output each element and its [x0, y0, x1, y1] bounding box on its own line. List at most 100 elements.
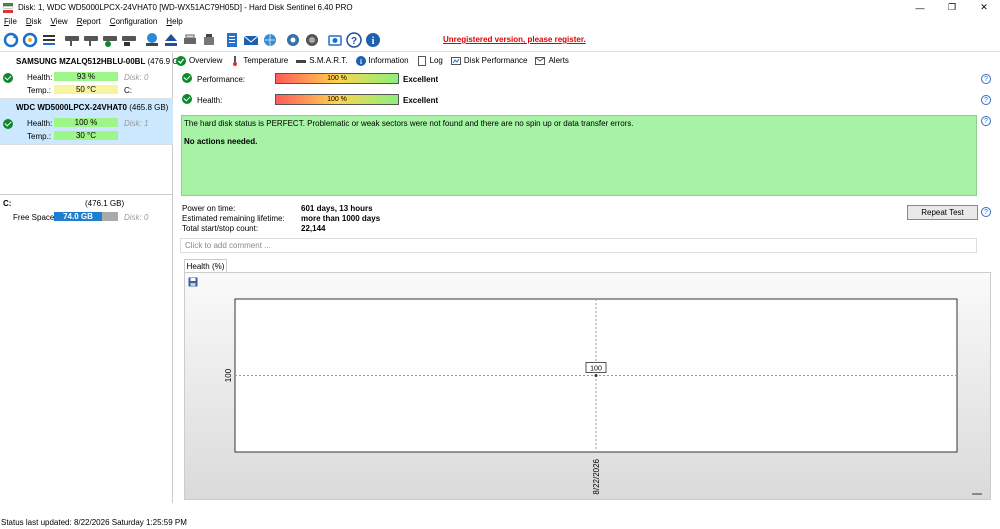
menu-disk[interactable]: Disk [26, 17, 42, 26]
sound-icon[interactable] [303, 31, 321, 49]
tab-temperature[interactable]: Temperature [230, 55, 288, 66]
disk-number: Disk: 0 [124, 73, 149, 82]
disk-size: (476.9 G [147, 57, 179, 66]
disk-report-icon[interactable] [120, 31, 138, 49]
tab-alerts[interactable]: Alerts [535, 56, 569, 66]
partition-c[interactable]: C: (476.1 GB) Free Space 74.0 GB Disk: 0 [0, 194, 173, 226]
temp-value: 50 °C [54, 85, 118, 94]
refresh-all-icon[interactable] [21, 31, 39, 49]
report-icon[interactable] [223, 31, 241, 49]
status-ok-icon [3, 73, 13, 83]
settings-icon[interactable] [284, 31, 302, 49]
performance-status: Excellent [403, 75, 439, 84]
health-status: Excellent [403, 96, 439, 105]
menu-view[interactable]: View [50, 17, 67, 26]
printer-icon[interactable] [181, 31, 199, 49]
status-text: The hard disk status is PERFECT. Problem… [184, 119, 634, 128]
help-icon[interactable]: ? [345, 31, 363, 49]
close-button[interactable]: ✕ [968, 0, 1000, 15]
health-chart-area: 100 8/22/2026 100 [184, 272, 991, 500]
screenshot-icon[interactable] [326, 31, 344, 49]
tab-label: S.M.A.R.T. [309, 56, 348, 65]
partition-size: (476.1 GB) [85, 199, 125, 208]
disk-number: Disk: 1 [124, 119, 149, 128]
power-on-label: Power on time: [182, 204, 236, 213]
tab-information[interactable]: i Information [355, 55, 409, 66]
health-label: Health: [197, 96, 223, 105]
menu-configuration[interactable]: Configuration [110, 17, 158, 26]
performance-ok-icon [182, 73, 192, 83]
menu-file[interactable]: File [4, 17, 17, 26]
disk-panel: SAMSUNG MZALQ512HBLU-00BL (476.9 G Healt… [0, 53, 179, 503]
disk-name: SAMSUNG MZALQ512HBLU-00BL [16, 57, 146, 66]
disk-card-wdc[interactable]: WDC WD5000LPCX-24VHAT0 (465.8 GB) Health… [0, 99, 173, 145]
x-tick-label: 8/22/2026 [592, 458, 601, 494]
menu-help[interactable]: Help [166, 17, 182, 26]
tab-label: Overview [189, 56, 223, 65]
repeat-test-button[interactable]: Repeat Test [907, 205, 978, 220]
window-title: Disk: 1, WDC WD5000LPCX-24VHAT0 [WD-WX51… [18, 3, 353, 12]
health-label: Health: [27, 73, 53, 82]
free-space-value: 74.0 GB [54, 212, 102, 221]
eject-icon[interactable] [162, 31, 180, 49]
menu-report[interactable]: Report [77, 17, 101, 26]
unregistered-link[interactable]: Unregistered version, please register. [443, 35, 586, 44]
smart-icon [296, 56, 307, 66]
help-icon[interactable]: ? [981, 74, 991, 84]
disk-info-icon[interactable] [143, 31, 161, 49]
startstop-label: Total start/stop count: [182, 224, 259, 233]
email-icon[interactable] [242, 31, 260, 49]
log-icon [417, 55, 427, 66]
health-value: 93 % [54, 72, 118, 81]
health-label: Health: [27, 119, 53, 128]
info-icon: i [355, 55, 366, 66]
minimize-button[interactable]: — [904, 0, 936, 15]
health-bar: 100 % [275, 94, 399, 105]
usb-icon[interactable] [200, 31, 218, 49]
temp-label: Temp.: [27, 132, 52, 141]
help-icon[interactable]: ? [981, 95, 991, 105]
maximize-button[interactable]: ❐ [936, 0, 968, 15]
performance-bar: 100 % [275, 73, 399, 84]
app-icon [3, 2, 13, 13]
tab-smart[interactable]: S.M.A.R.T. [296, 56, 348, 66]
disk-test-icon[interactable] [63, 31, 81, 49]
disk-title: WDC WD5000LPCX-24VHAT0 (465.8 GB) [16, 103, 168, 112]
tab-overview[interactable]: Overview [176, 55, 223, 66]
globe-icon[interactable] [261, 31, 279, 49]
partition-disk-number: Disk: 0 [124, 213, 149, 222]
disk-size: (465.8 GB) [129, 103, 169, 112]
lifetime-label: Estimated remaining lifetime: [182, 214, 285, 223]
help-icon[interactable]: ? [981, 116, 991, 126]
power-on-value: 601 days, 13 hours [301, 204, 373, 213]
overview-panel: Performance: 100 % Excellent ? Health: 1… [176, 68, 1000, 503]
help-icon[interactable]: ? [981, 207, 991, 217]
startstop-value: 22,144 [301, 224, 326, 233]
disk-ok-icon[interactable] [101, 31, 119, 49]
chart-tab-health[interactable]: Health (%) [184, 259, 227, 273]
about-icon[interactable]: i [364, 31, 382, 49]
action-text: No actions needed. [184, 137, 258, 146]
status-bar: Status last updated: 8/22/2026 Saturday … [1, 518, 187, 527]
tab-log[interactable]: Log [417, 55, 443, 66]
performance-label: Performance: [197, 75, 246, 84]
y-tick-label: 100 [224, 368, 233, 382]
title-bar: Disk: 1, WDC WD5000LPCX-24VHAT0 [WD-WX51… [0, 0, 1000, 15]
performance-icon [450, 56, 461, 66]
chart-collapse-handle[interactable] [972, 493, 982, 495]
data-point [594, 374, 598, 377]
refresh-icon[interactable] [2, 31, 20, 49]
free-space-bar: 74.0 GB [54, 212, 118, 221]
disk-title: SAMSUNG MZALQ512HBLU-00BL (476.9 G [16, 57, 179, 66]
tab-bar: Overview Temperature S.M.A.R.T. i Inform… [176, 53, 577, 68]
tab-disk-performance[interactable]: Disk Performance [450, 56, 527, 66]
tab-label: Alerts [548, 56, 569, 65]
temp-value: 30 °C [54, 131, 118, 140]
comment-input[interactable]: Click to add comment ... [180, 238, 977, 253]
disk-check-icon[interactable] [82, 31, 100, 49]
tab-label: Information [368, 56, 409, 65]
disk-list-icon[interactable] [40, 31, 58, 49]
disk-card-samsung[interactable]: SAMSUNG MZALQ512HBLU-00BL (476.9 G Healt… [0, 53, 179, 99]
health-value: 100 % [54, 118, 118, 127]
data-label: 100 [590, 366, 602, 373]
